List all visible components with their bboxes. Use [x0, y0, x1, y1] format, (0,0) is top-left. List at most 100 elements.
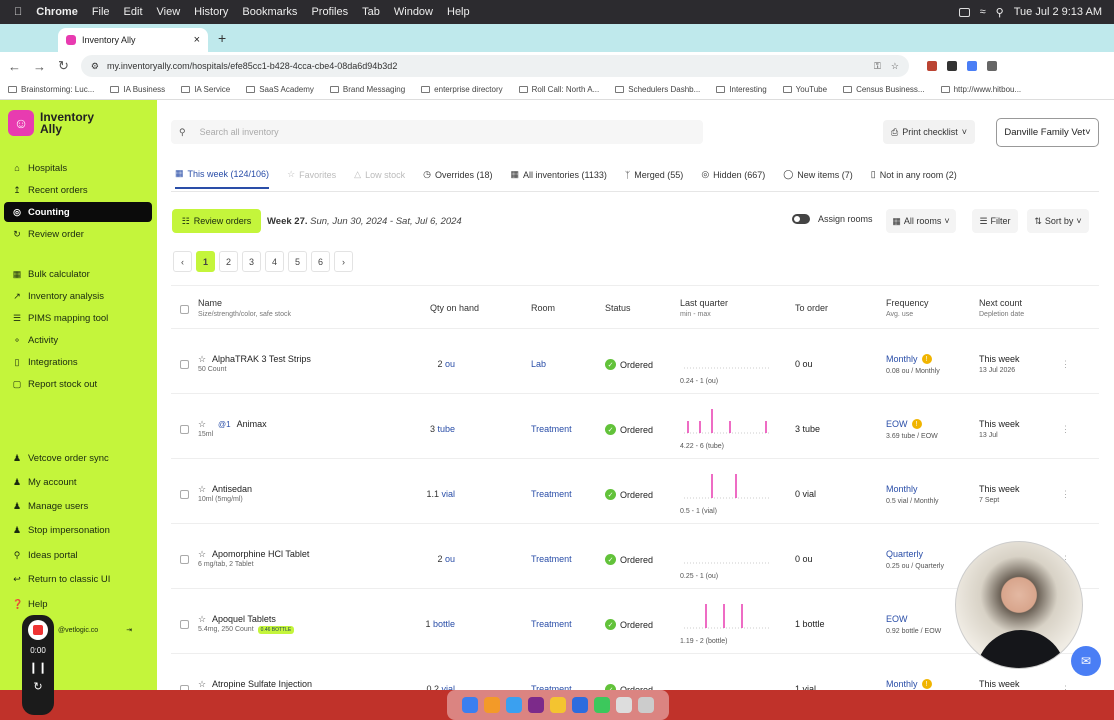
warning-icon[interactable]: !: [921, 354, 932, 364]
menu-tab[interactable]: Tab: [362, 6, 380, 18]
menu-app-name[interactable]: Chrome: [36, 6, 78, 18]
sidebar-item-manage-users[interactable]: ♟ Manage users: [4, 496, 152, 516]
qty-on-hand[interactable]: 2 ou: [395, 359, 455, 369]
bookmark-item[interactable]: enterprise directory: [421, 85, 503, 94]
menu-profiles[interactable]: Profiles: [311, 6, 348, 18]
sidebar-item-activity[interactable]: ⚬ Activity: [4, 330, 152, 350]
room-link[interactable]: Treatment: [531, 489, 572, 499]
warning-icon[interactable]: !: [911, 419, 922, 429]
merged-chip[interactable]: @1: [218, 420, 231, 429]
extension-icon[interactable]: [986, 61, 997, 71]
frequency-value[interactable]: EOW: [886, 614, 908, 624]
item-name[interactable]: AlphaTRAK 3 Test Strips: [212, 354, 311, 364]
forward-icon[interactable]: →: [33, 59, 46, 74]
sidebar-item-pims-mapping[interactable]: ☰ PIMS mapping tool: [4, 308, 152, 328]
col-to-order[interactable]: To order: [795, 303, 828, 313]
menu-view[interactable]: View: [157, 6, 181, 18]
frequency-value[interactable]: Monthly!: [886, 354, 932, 364]
room-link[interactable]: Lab: [531, 359, 546, 369]
col-name[interactable]: Name Size/strength/color, safe stock: [198, 298, 291, 318]
app-icon[interactable]: [572, 697, 588, 713]
table-row[interactable]: ☆ Antisedan 10ml (5mg/ml) 1.1 vial Treatment…: [171, 459, 1099, 524]
tab-merged[interactable]: ᛉ Merged (55): [625, 168, 683, 189]
favorite-star-icon[interactable]: ☆: [198, 354, 206, 365]
qty-on-hand[interactable]: 0.2 vial: [395, 684, 455, 690]
frequency-value[interactable]: Monthly!: [886, 679, 932, 689]
item-name[interactable]: @1 Animax: [212, 419, 267, 429]
row-checkbox[interactable]: [180, 620, 189, 629]
col-qty[interactable]: Qty on hand: [430, 303, 479, 313]
sort-by-dropdown[interactable]: ⇅ Sort by ˅: [1027, 209, 1089, 233]
room-link[interactable]: Treatment: [531, 619, 572, 629]
bookmark-item[interactable]: IA Business: [110, 85, 165, 94]
to-order-value[interactable]: 0 ou: [795, 554, 813, 564]
qty-on-hand[interactable]: 1 bottle: [395, 619, 455, 629]
frequency-value[interactable]: Monthly: [886, 484, 918, 494]
key-icon[interactable]: ⚿: [874, 61, 881, 72]
qty-on-hand[interactable]: 3 tube: [395, 424, 455, 434]
sidebar-item-hospitals[interactable]: ⌂ Hospitals: [4, 158, 152, 178]
tab-overrides[interactable]: ◷ Overrides (18): [423, 168, 492, 189]
menu-window[interactable]: Window: [394, 6, 433, 18]
page-4[interactable]: 4: [265, 251, 284, 272]
tab-all-inventories[interactable]: ▦ All inventories (1133): [510, 168, 606, 189]
table-row[interactable]: ☆ Atropine Sulfate Injection 0.2 vial Treat…: [171, 654, 1099, 690]
menu-file[interactable]: File: [92, 6, 110, 18]
menu-history[interactable]: History: [194, 6, 228, 18]
extension-icon[interactable]: [946, 61, 957, 71]
battery-icon[interactable]: [958, 7, 970, 17]
row-checkbox[interactable]: [180, 360, 189, 369]
item-name[interactable]: Apoquel Tablets: [212, 614, 276, 624]
favorite-star-icon[interactable]: ☆: [198, 484, 206, 495]
bookmark-item[interactable]: http://www.hitbou...: [940, 85, 1021, 94]
page-5[interactable]: 5: [288, 251, 307, 272]
page-1[interactable]: 1: [196, 251, 215, 272]
row-menu-icon[interactable]: ⋮: [1061, 489, 1070, 500]
assign-rooms-toggle[interactable]: Assign rooms: [792, 214, 873, 224]
app-icon[interactable]: [484, 697, 500, 713]
table-row[interactable]: ☆ @1 Animax 15ml 3 tube Treatment ✓ Ordered 4.22…: [171, 394, 1099, 459]
to-order-value[interactable]: 0 ou: [795, 359, 813, 369]
back-icon[interactable]: ←: [8, 59, 21, 74]
qty-on-hand[interactable]: 1.1 vial: [395, 489, 455, 499]
app-icon[interactable]: [506, 697, 522, 713]
col-status[interactable]: Status: [605, 303, 631, 313]
stop-record-button[interactable]: [28, 620, 48, 640]
close-tab-icon[interactable]: ×: [194, 34, 200, 46]
bookmark-item[interactable]: Brainstorming: Luc...: [8, 85, 94, 94]
chat-support-icon[interactable]: ✉: [1071, 646, 1101, 676]
item-name[interactable]: Apomorphine HCl Tablet: [212, 549, 309, 559]
next-page-icon[interactable]: ›: [334, 251, 353, 272]
sidebar-item-review-order[interactable]: ↻ Review order: [4, 224, 152, 244]
print-checklist-button[interactable]: ⎙ Print checklist ˅: [883, 120, 975, 144]
row-checkbox[interactable]: [180, 685, 189, 690]
review-orders-button[interactable]: ☷ Review orders: [172, 209, 261, 233]
messages-icon[interactable]: [594, 697, 610, 713]
col-frequency[interactable]: Frequency Avg. use: [886, 298, 929, 318]
bookmark-item[interactable]: Census Business...: [843, 85, 925, 94]
col-last-quarter[interactable]: Last quarter min - max: [680, 298, 728, 318]
row-checkbox[interactable]: [180, 555, 189, 564]
new-tab-icon[interactable]: +: [218, 30, 226, 46]
browser-tab[interactable]: Inventory Ally ×: [58, 28, 208, 52]
bookmark-item[interactable]: IA Service: [181, 85, 230, 94]
sidebar-item-bulk-calculator[interactable]: ▦ Bulk calculator: [4, 264, 152, 284]
frequency-value[interactable]: Quarterly: [886, 549, 923, 559]
sidebar-item-classic-ui[interactable]: ↩ Return to classic UI: [4, 569, 152, 589]
toggle-switch[interactable]: [792, 214, 810, 224]
finder-icon[interactable]: [462, 697, 478, 713]
apple-icon[interactable]: : [14, 6, 22, 18]
warning-icon[interactable]: !: [921, 679, 932, 689]
logout-icon[interactable]: ⇥: [126, 626, 132, 634]
sidebar-item-inventory-analysis[interactable]: ↗ Inventory analysis: [4, 286, 152, 306]
site-info-icon[interactable]: ⚙: [91, 61, 99, 72]
app-icon[interactable]: [528, 697, 544, 713]
frequency-value[interactable]: EOW!: [886, 419, 922, 429]
menu-edit[interactable]: Edit: [124, 6, 143, 18]
app-icon[interactable]: [616, 697, 632, 713]
row-checkbox[interactable]: [180, 490, 189, 499]
row-menu-icon[interactable]: ⋮: [1061, 359, 1070, 370]
item-name[interactable]: Antisedan: [212, 484, 252, 494]
favorite-star-icon[interactable]: ☆: [198, 419, 206, 430]
url-field[interactable]: ⚙ my.inventoryally.com/hospitals/efe85cc…: [80, 55, 909, 77]
